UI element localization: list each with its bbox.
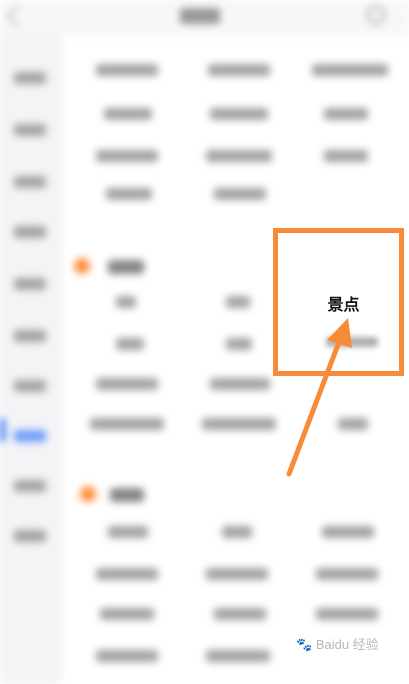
baidu-watermark: 🐾 Baidu 经验: [296, 634, 379, 653]
arrow-icon: [286, 318, 352, 477]
watermark-text: Baidu 经验: [315, 637, 379, 652]
baidu-paw-icon: 🐾: [296, 637, 313, 652]
